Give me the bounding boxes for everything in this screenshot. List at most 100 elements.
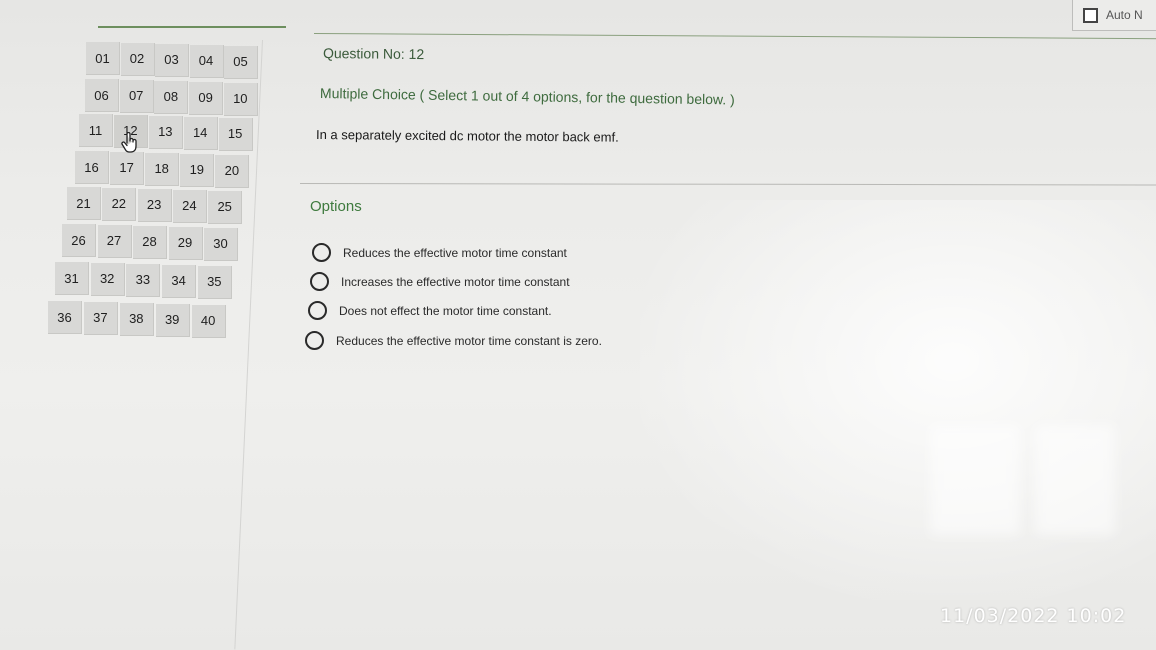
question-nav-35[interactable]: 35 (197, 265, 232, 299)
photo-timestamp: 11/03/2022 10:02 (940, 605, 1127, 627)
question-nav-label: 40 (200, 313, 216, 329)
question-nav-24[interactable]: 24 (172, 189, 207, 223)
option-3[interactable]: Does not effect the motor time constant. (308, 301, 552, 320)
question-nav-29[interactable]: 29 (168, 226, 203, 260)
auto-next-toggle[interactable]: Auto N (1072, 0, 1156, 31)
question-nav-label: 02 (129, 51, 145, 67)
question-nav-label: 17 (119, 160, 134, 176)
question-nav-39[interactable]: 39 (155, 303, 190, 337)
option-label: Does not effect the motor time constant. (339, 303, 552, 318)
question-divider (299, 183, 1156, 186)
question-nav-40[interactable]: 40 (191, 304, 226, 338)
question-nav-label: 30 (213, 236, 228, 252)
question-nav-18[interactable]: 18 (145, 152, 180, 186)
question-nav-01[interactable]: 01 (86, 42, 120, 75)
question-nav-28[interactable]: 28 (133, 225, 167, 259)
checkbox-icon[interactable] (1083, 7, 1098, 23)
question-nav-38[interactable]: 38 (119, 302, 154, 336)
question-nav-label: 10 (233, 91, 248, 107)
question-nav-17[interactable]: 17 (110, 151, 145, 185)
question-nav-14[interactable]: 14 (183, 116, 218, 150)
radio-icon[interactable] (308, 301, 327, 320)
question-nav-label: 18 (154, 161, 169, 177)
radio-icon[interactable] (305, 331, 324, 350)
question-nav-label: 29 (177, 235, 193, 251)
question-nav-36[interactable]: 36 (48, 301, 82, 334)
question-nav-label: 27 (106, 233, 122, 249)
question-nav-07[interactable]: 07 (119, 79, 154, 113)
question-type: Multiple Choice ( Select 1 out of 4 opti… (319, 85, 735, 108)
question-nav-label: 04 (198, 53, 214, 69)
question-nav-06[interactable]: 06 (85, 79, 119, 112)
options-heading: Options (310, 198, 362, 215)
question-nav-15[interactable]: 15 (218, 117, 253, 151)
question-nav-23[interactable]: 23 (137, 188, 172, 222)
question-nav-37[interactable]: 37 (83, 301, 118, 335)
question-nav-label: 15 (227, 126, 243, 142)
question-nav-label: 05 (233, 54, 248, 70)
question-nav-label: 13 (158, 124, 173, 140)
option-label: Increases the effective motor time const… (341, 274, 570, 289)
question-nav-10[interactable]: 10 (223, 82, 258, 116)
option-2[interactable]: Increases the effective motor time const… (310, 272, 570, 291)
question-nav-05[interactable]: 05 (224, 45, 258, 79)
question-nav-22[interactable]: 22 (102, 187, 137, 221)
question-nav-label: 38 (129, 311, 144, 327)
question-nav-label: 34 (171, 273, 186, 289)
window-reflection (930, 425, 1020, 535)
question-nav-label: 22 (111, 196, 127, 212)
question-nav-30[interactable]: 30 (204, 227, 238, 261)
sidebar-top-rule (98, 26, 286, 28)
question-nav-34[interactable]: 34 (162, 264, 197, 298)
option-label: Reduces the effective motor time constan… (343, 245, 567, 260)
header-rule (313, 33, 1156, 40)
question-nav-label: 03 (164, 52, 179, 68)
auto-next-label: Auto N (1106, 8, 1143, 22)
question-nav-16[interactable]: 16 (75, 151, 109, 184)
question-nav-label: 26 (71, 232, 86, 248)
option-label: Reduces the effective motor time constan… (336, 333, 602, 348)
question-nav-label: 06 (94, 87, 109, 103)
option-1[interactable]: Reduces the effective motor time constan… (312, 243, 567, 262)
option-4[interactable]: Reduces the effective motor time constan… (305, 331, 602, 350)
question-nav-08[interactable]: 08 (154, 80, 189, 114)
question-nav-11[interactable]: 11 (79, 114, 113, 147)
radio-icon[interactable] (312, 243, 331, 262)
question-nav-12[interactable]: 12 (113, 114, 148, 148)
question-nav-label: 14 (192, 125, 208, 141)
question-nav-09[interactable]: 09 (189, 81, 224, 115)
question-nav-label: 19 (189, 162, 205, 178)
question-nav-27[interactable]: 27 (97, 224, 132, 258)
question-nav-label: 07 (128, 88, 144, 104)
question-nav-label: 31 (64, 270, 79, 286)
question-nav-26[interactable]: 26 (62, 224, 96, 257)
question-nav-label: 33 (135, 272, 151, 288)
question-nav-31[interactable]: 31 (55, 262, 89, 295)
window-reflection (1035, 425, 1115, 535)
screen-glare (640, 200, 1156, 600)
radio-icon[interactable] (310, 272, 329, 291)
question-nav-label: 08 (163, 89, 179, 105)
question-nav-02[interactable]: 02 (120, 42, 155, 76)
question-nav-label: 23 (146, 197, 162, 213)
question-nav-label: 11 (88, 122, 103, 138)
question-nav-label: 32 (99, 271, 115, 287)
question-nav-label: 01 (95, 50, 110, 66)
question-nav-label: 20 (224, 163, 240, 179)
question-nav-19[interactable]: 19 (180, 153, 215, 187)
question-nav-label: 39 (164, 312, 180, 328)
question-text: In a separately excited dc motor the mot… (315, 127, 619, 145)
question-nav-32[interactable]: 32 (90, 262, 125, 296)
question-nav-03[interactable]: 03 (155, 43, 189, 77)
question-nav-33[interactable]: 33 (126, 263, 161, 297)
question-number: Question No: 12 (322, 45, 425, 63)
question-nav-label: 16 (84, 159, 99, 175)
question-nav-label: 36 (57, 309, 72, 325)
question-nav-25[interactable]: 25 (208, 190, 243, 224)
question-nav-21[interactable]: 21 (67, 187, 101, 220)
question-nav-label: 21 (76, 195, 91, 211)
question-nav-label: 35 (207, 274, 222, 290)
question-nav-04[interactable]: 04 (189, 44, 224, 78)
question-nav-20[interactable]: 20 (215, 154, 250, 188)
question-nav-13[interactable]: 13 (148, 115, 183, 149)
